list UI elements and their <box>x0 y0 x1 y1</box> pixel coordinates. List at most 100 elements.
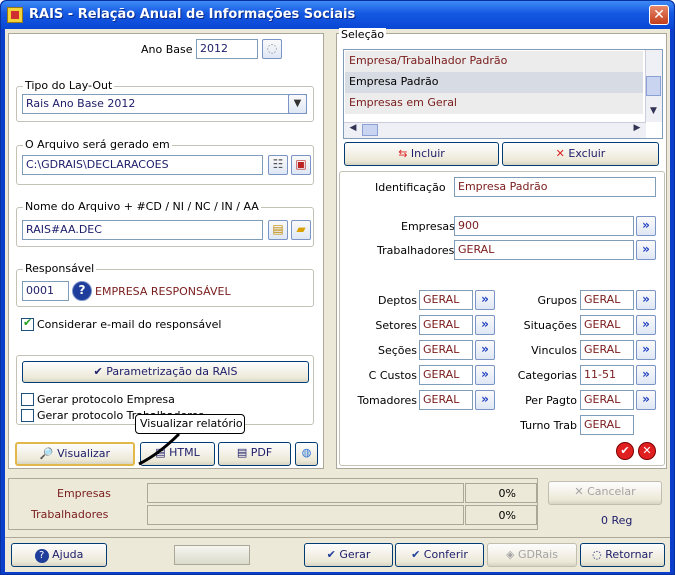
layout-select[interactable]: Rais Ano Base 2012 <box>22 94 307 114</box>
progress-pct-trab-box: 0% <box>465 505 537 525</box>
delete-x-icon: ✕ <box>555 147 569 160</box>
check-icon: ✔ <box>326 548 340 561</box>
retornar-label: Retornar <box>605 548 653 561</box>
setores-lookup-button[interactable]: » <box>475 315 495 335</box>
refresh-button[interactable]: ◌ <box>262 39 282 59</box>
gdrais-button[interactable]: ◈ GDRais <box>487 543 577 567</box>
check-circle-icon: ✔ <box>93 365 107 378</box>
help-icon: ? <box>34 549 49 563</box>
retornar-button[interactable]: ◌ Retornar <box>580 543 665 567</box>
help-lookup-icon[interactable]: ? <box>72 281 92 301</box>
check-circle-icon: ✔ <box>411 548 424 561</box>
excluir-label: Excluir <box>568 147 606 160</box>
grupos-field[interactable]: GERAL <box>580 290 634 310</box>
secoes-field[interactable]: GERAL <box>419 340 473 360</box>
ccustos-lookup-button[interactable]: » <box>475 365 495 385</box>
vinculos-lookup-button[interactable]: » <box>636 340 656 360</box>
cancel-x-icon: ✕ <box>574 485 588 498</box>
cancel-icon[interactable]: ✕ <box>638 442 656 460</box>
grupos-lookup-button[interactable]: » <box>636 290 656 310</box>
horizontal-scrollbar[interactable] <box>344 122 646 138</box>
situacoes-lookup-button[interactable]: » <box>636 315 656 335</box>
progress-pct-trab: 0% <box>498 509 516 522</box>
email-checkbox[interactable] <box>21 316 34 331</box>
document-icon[interactable]: ▤ <box>268 220 288 240</box>
secoes-label: Seções <box>377 344 417 357</box>
identificacao-field[interactable]: Empresa Padrão <box>454 177 656 197</box>
chevron-down-icon[interactable]: ▼ <box>288 94 307 114</box>
perpagto-lookup-button[interactable]: » <box>636 390 656 410</box>
trabalhadores-label: Trabalhadores <box>377 244 455 257</box>
client-area: Ano Base 2012 ◌ Tipo do Lay-Out Rais Ano… <box>5 28 670 572</box>
ajuda-button[interactable]: ? Ajuda <box>11 543 107 567</box>
protocolo-empresa-checkbox[interactable] <box>21 393 34 406</box>
vinculos-label: Vinculos <box>531 344 577 357</box>
arquivo-field[interactable]: C:\GDRAIS\DECLARACOES <box>22 155 263 175</box>
empresas-field[interactable]: 900 <box>454 216 634 236</box>
param-button-label: Parametrização da RAIS <box>106 365 238 378</box>
tomadores-lookup-button[interactable]: » <box>475 390 495 410</box>
selecao-list[interactable]: Empresa/Trabalhador Padrão Empresa Padrã… <box>343 49 663 139</box>
conferir-button[interactable]: ✔ Conferir <box>395 543 484 567</box>
resp-code-field[interactable]: 0001 <box>22 281 69 301</box>
cancelar-button[interactable]: ✕ Cancelar <box>548 481 662 505</box>
excluir-button[interactable]: ✕ Excluir <box>502 142 659 166</box>
left-panel: Ano Base 2012 ◌ Tipo do Lay-Out Rais Ano… <box>8 33 324 520</box>
list-item[interactable]: Empresa/Trabalhador Padrão <box>345 51 643 72</box>
tooltip-tail <box>138 432 181 466</box>
chevron-right-icon[interactable]: ▶ <box>630 123 644 137</box>
responsavel-group-label: Responsável <box>23 262 97 275</box>
gdrais-label: GDRais <box>518 548 558 561</box>
open-folder-icon[interactable]: ▰ <box>291 220 311 240</box>
h-scroll-thumb[interactable] <box>362 124 378 136</box>
tomadores-label: Tomadores <box>357 394 417 407</box>
resp-name: EMPRESA RESPONSÁVEL <box>95 285 231 298</box>
setores-field[interactable]: GERAL <box>419 315 473 335</box>
app-icon <box>7 7 23 23</box>
perpagto-field[interactable]: GERAL <box>580 390 634 410</box>
return-icon: ◌ <box>592 548 606 561</box>
gerar-button[interactable]: ✔ Gerar <box>304 543 393 567</box>
categorias-field[interactable]: 11-51 <box>580 365 634 385</box>
status-indicator <box>174 545 250 565</box>
trabalhadores-lookup-button[interactable]: » <box>636 240 656 260</box>
visualizar-button[interactable]: 🔎 Visualizar <box>15 442 135 466</box>
turnotrab-field[interactable]: GERAL <box>580 415 634 435</box>
list-item[interactable]: Empresas em Geral <box>345 93 643 114</box>
progress-empresas-label: Empresas <box>57 487 111 500</box>
gerar-label: Gerar <box>339 548 371 561</box>
confirm-icon[interactable]: ✔ <box>616 442 634 460</box>
magnifier-icon: 🔎 <box>39 447 58 460</box>
scroll-thumb[interactable] <box>646 76 661 96</box>
save-disk-icon[interactable]: ▣ <box>291 155 311 175</box>
chevron-down-icon[interactable]: ▼ <box>646 106 661 121</box>
setores-label: Setores <box>375 319 417 332</box>
param-button[interactable]: ✔ Parametrização da RAIS <box>22 361 309 383</box>
globe-button[interactable]: ◍ <box>295 442 318 466</box>
gdrais-icon: ◈ <box>506 548 519 561</box>
pdf-label: PDF <box>250 446 273 459</box>
include-icon: ⇆ <box>398 147 411 160</box>
close-button[interactable]: ✕ <box>649 5 669 25</box>
empresas-lookup-button[interactable]: » <box>636 216 656 236</box>
trabalhadores-field[interactable]: GERAL <box>454 240 634 260</box>
protocolo-trab-checkbox[interactable] <box>21 409 34 422</box>
secoes-lookup-button[interactable]: » <box>475 340 495 360</box>
deptos-field[interactable]: GERAL <box>419 290 473 310</box>
tomadores-field[interactable]: GERAL <box>419 390 473 410</box>
categorias-lookup-button[interactable]: » <box>636 365 656 385</box>
app-window: RAIS - Relação Anual de Informações Soci… <box>0 0 675 575</box>
situacoes-field[interactable]: GERAL <box>580 315 634 335</box>
chevron-left-icon[interactable]: ◀ <box>346 123 360 137</box>
ano-base-field[interactable]: 2012 <box>196 39 258 59</box>
ccustos-field[interactable]: GERAL <box>419 365 473 385</box>
nome-field[interactable]: RAIS#AA.DEC <box>22 220 263 240</box>
progress-pct-empresas-box: 0% <box>465 483 537 503</box>
list-item[interactable]: Empresa Padrão <box>345 72 643 93</box>
turnotrab-label: Turno Trab <box>520 419 577 432</box>
deptos-lookup-button[interactable]: » <box>475 290 495 310</box>
folder-tree-icon[interactable]: ☷ <box>268 155 288 175</box>
nome-group-label: Nome do Arquivo + #CD / NI / NC / IN / A… <box>23 200 261 213</box>
incluir-button[interactable]: ⇆ Incluir <box>344 142 499 166</box>
vinculos-field[interactable]: GERAL <box>580 340 634 360</box>
